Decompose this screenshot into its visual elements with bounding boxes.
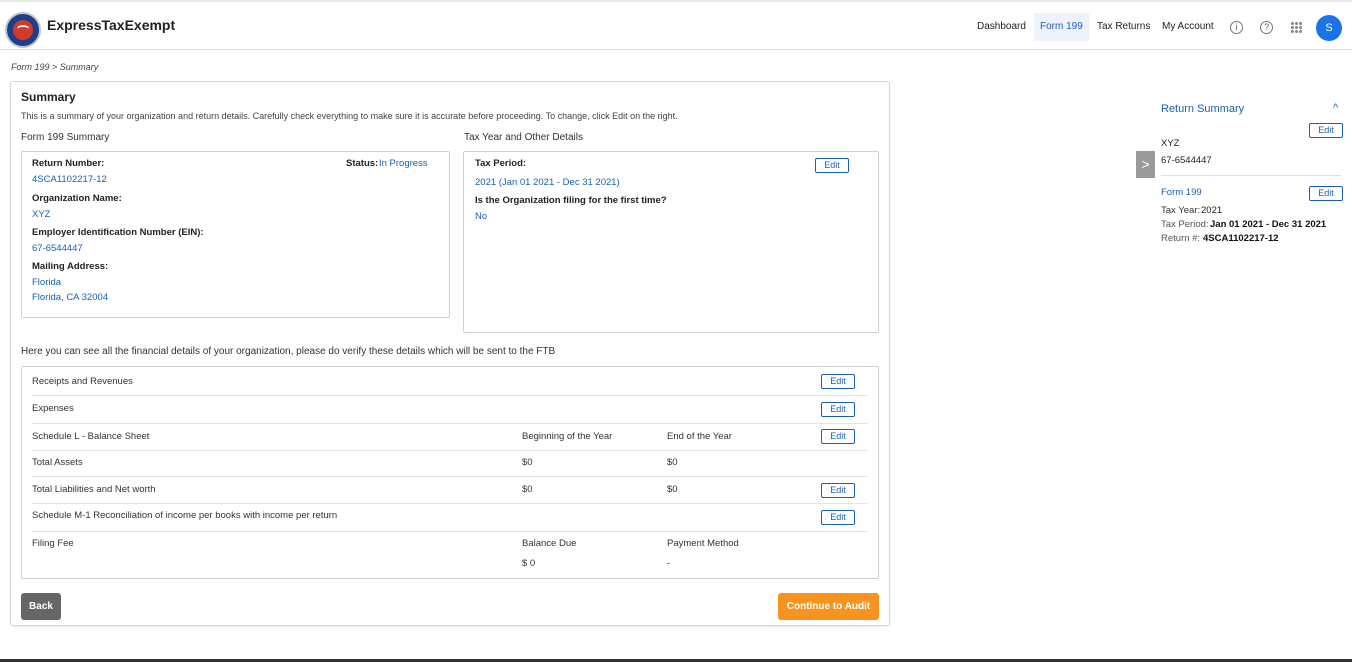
schedule-m1-label: Schedule M-1 Reconciliation of income pe…	[32, 510, 338, 521]
nav-form-199[interactable]: Form 199	[1034, 13, 1089, 41]
tax-details-heading: Tax Year and Other Details	[464, 132, 583, 143]
collapse-chevron-icon[interactable]: ^	[1333, 102, 1338, 114]
edit-schedule-l-button[interactable]: Edit	[821, 429, 855, 444]
sidebar-tax-year-value: 2021	[1201, 205, 1223, 216]
sidebar-return-number: 4SCA1102217-12	[1203, 233, 1279, 244]
schedule-l-label: Schedule L - Balance Sheet	[32, 431, 150, 442]
summary-description: This is a summary of your organization a…	[21, 111, 678, 121]
org-name-value: XYZ	[32, 209, 51, 220]
balance-due-value: $ 0	[522, 558, 536, 569]
edit-schedule-m1-button[interactable]: Edit	[821, 510, 855, 525]
tax-details-box: Tax Period: Edit 2021 (Jan 01 2021 - Dec…	[463, 151, 879, 333]
financial-intro: Here you can see all the financial detai…	[21, 346, 556, 357]
status-value: In Progress	[379, 158, 428, 169]
top-header: ExpressTaxExempt Dashboard Form 199 Tax …	[0, 2, 1352, 50]
apps-grid-icon[interactable]	[1291, 22, 1302, 33]
summary-card: Summary This is a summary of your organi…	[10, 81, 890, 626]
schedule-m1-row: Schedule M-1 Reconciliation of income pe…	[32, 504, 868, 532]
return-number-label: Return Number:	[32, 158, 105, 169]
nav-tax-returns[interactable]: Tax Returns	[1091, 13, 1156, 41]
address-line-2: Florida, CA 32004	[32, 292, 109, 303]
return-number-value: 4SCA1102217-12	[32, 174, 107, 185]
info-icon[interactable]: i	[1230, 21, 1243, 34]
brand-name[interactable]: ExpressTaxExempt	[47, 17, 175, 33]
total-assets-end: $0	[667, 457, 678, 468]
brand-logo[interactable]	[5, 12, 41, 48]
tax-period-label: Tax Period:	[475, 158, 527, 169]
nav-dashboard[interactable]: Dashboard	[971, 13, 1032, 41]
financial-box: Receipts and Revenues Edit Expenses Edit…	[21, 366, 879, 579]
sidebar-divider	[1161, 175, 1341, 176]
sidebar-tax-year-label: Tax Year:	[1161, 205, 1201, 216]
total-liabilities-row: Total Liabilities and Net worth $0 $0 Ed…	[32, 477, 868, 504]
edit-org-button[interactable]: Edit	[1309, 123, 1343, 138]
edit-form-button[interactable]: Edit	[1309, 186, 1343, 201]
sidebar-tax-period-label: Tax Period:	[1161, 219, 1209, 230]
nav-my-account[interactable]: My Account	[1156, 13, 1220, 41]
ein-label: Employer Identification Number (EIN):	[32, 227, 204, 238]
form-summary-box: Return Number: Status: In Progress 4SCA1…	[21, 151, 450, 318]
sidebar-form-199-link[interactable]: Form 199	[1161, 187, 1202, 198]
filing-fee-row: Filing Fee Balance Due Payment Method $ …	[32, 532, 868, 578]
address-line-1: Florida	[32, 277, 62, 288]
total-assets-row: Total Assets $0 $0	[32, 451, 868, 477]
sidebar-toggle-chevron-icon[interactable]: >	[1136, 151, 1155, 178]
balance-due-label: Balance Due	[522, 538, 577, 549]
total-liabilities-begin: $0	[522, 484, 533, 495]
first-time-value: No	[475, 211, 488, 222]
total-assets-label: Total Assets	[32, 457, 83, 468]
payment-method-label: Payment Method	[667, 538, 739, 549]
edit-receipts-button[interactable]: Edit	[821, 374, 855, 389]
expenses-label: Expenses	[32, 403, 74, 414]
org-name-label: Organization Name:	[32, 193, 122, 204]
continue-to-audit-button[interactable]: Continue to Audit	[778, 593, 879, 620]
tax-period-value: 2021 (Jan 01 2021 - Dec 31 2021)	[475, 177, 620, 188]
help-icon[interactable]: ?	[1260, 21, 1273, 34]
sidebar-return-label: Return #:	[1161, 233, 1201, 244]
mailing-address-label: Mailing Address:	[32, 261, 109, 272]
status-label: Status:	[346, 158, 379, 169]
total-liabilities-end: $0	[667, 484, 678, 495]
schedule-l-row: Schedule L - Balance Sheet Beginning of …	[32, 424, 868, 451]
ein-value: 67-6544447	[32, 243, 83, 254]
first-time-label: Is the Organization filing for the first…	[475, 195, 667, 206]
total-liabilities-label: Total Liabilities and Net worth	[32, 484, 156, 495]
form-summary-heading: Form 199 Summary	[21, 132, 110, 143]
filing-fee-label: Filing Fee	[32, 538, 74, 549]
edit-liabilities-button[interactable]: Edit	[821, 483, 855, 498]
end-year-header: End of the Year	[667, 431, 732, 442]
receipts-label: Receipts and Revenues	[32, 376, 133, 387]
beginning-year-header: Beginning of the Year	[522, 431, 613, 442]
edit-tax-details-button[interactable]: Edit	[815, 158, 849, 173]
sidebar-org-name: XYZ	[1161, 138, 1180, 149]
breadcrumb: Form 199 > Summary	[11, 62, 99, 72]
page-title: Summary	[21, 90, 76, 104]
return-summary-title[interactable]: Return Summary	[1161, 103, 1244, 115]
back-button[interactable]: Back	[21, 593, 61, 620]
total-assets-begin: $0	[522, 457, 533, 468]
payment-method-value: -	[667, 558, 671, 569]
receipts-row: Receipts and Revenues Edit	[32, 367, 868, 396]
edit-expenses-button[interactable]: Edit	[821, 402, 855, 417]
expenses-row: Expenses Edit	[32, 396, 868, 424]
user-avatar[interactable]: S	[1316, 15, 1342, 41]
sidebar-ein: 67-6544447	[1161, 155, 1212, 166]
sidebar-tax-period-value: Jan 01 2021 - Dec 31 2021	[1210, 219, 1327, 230]
